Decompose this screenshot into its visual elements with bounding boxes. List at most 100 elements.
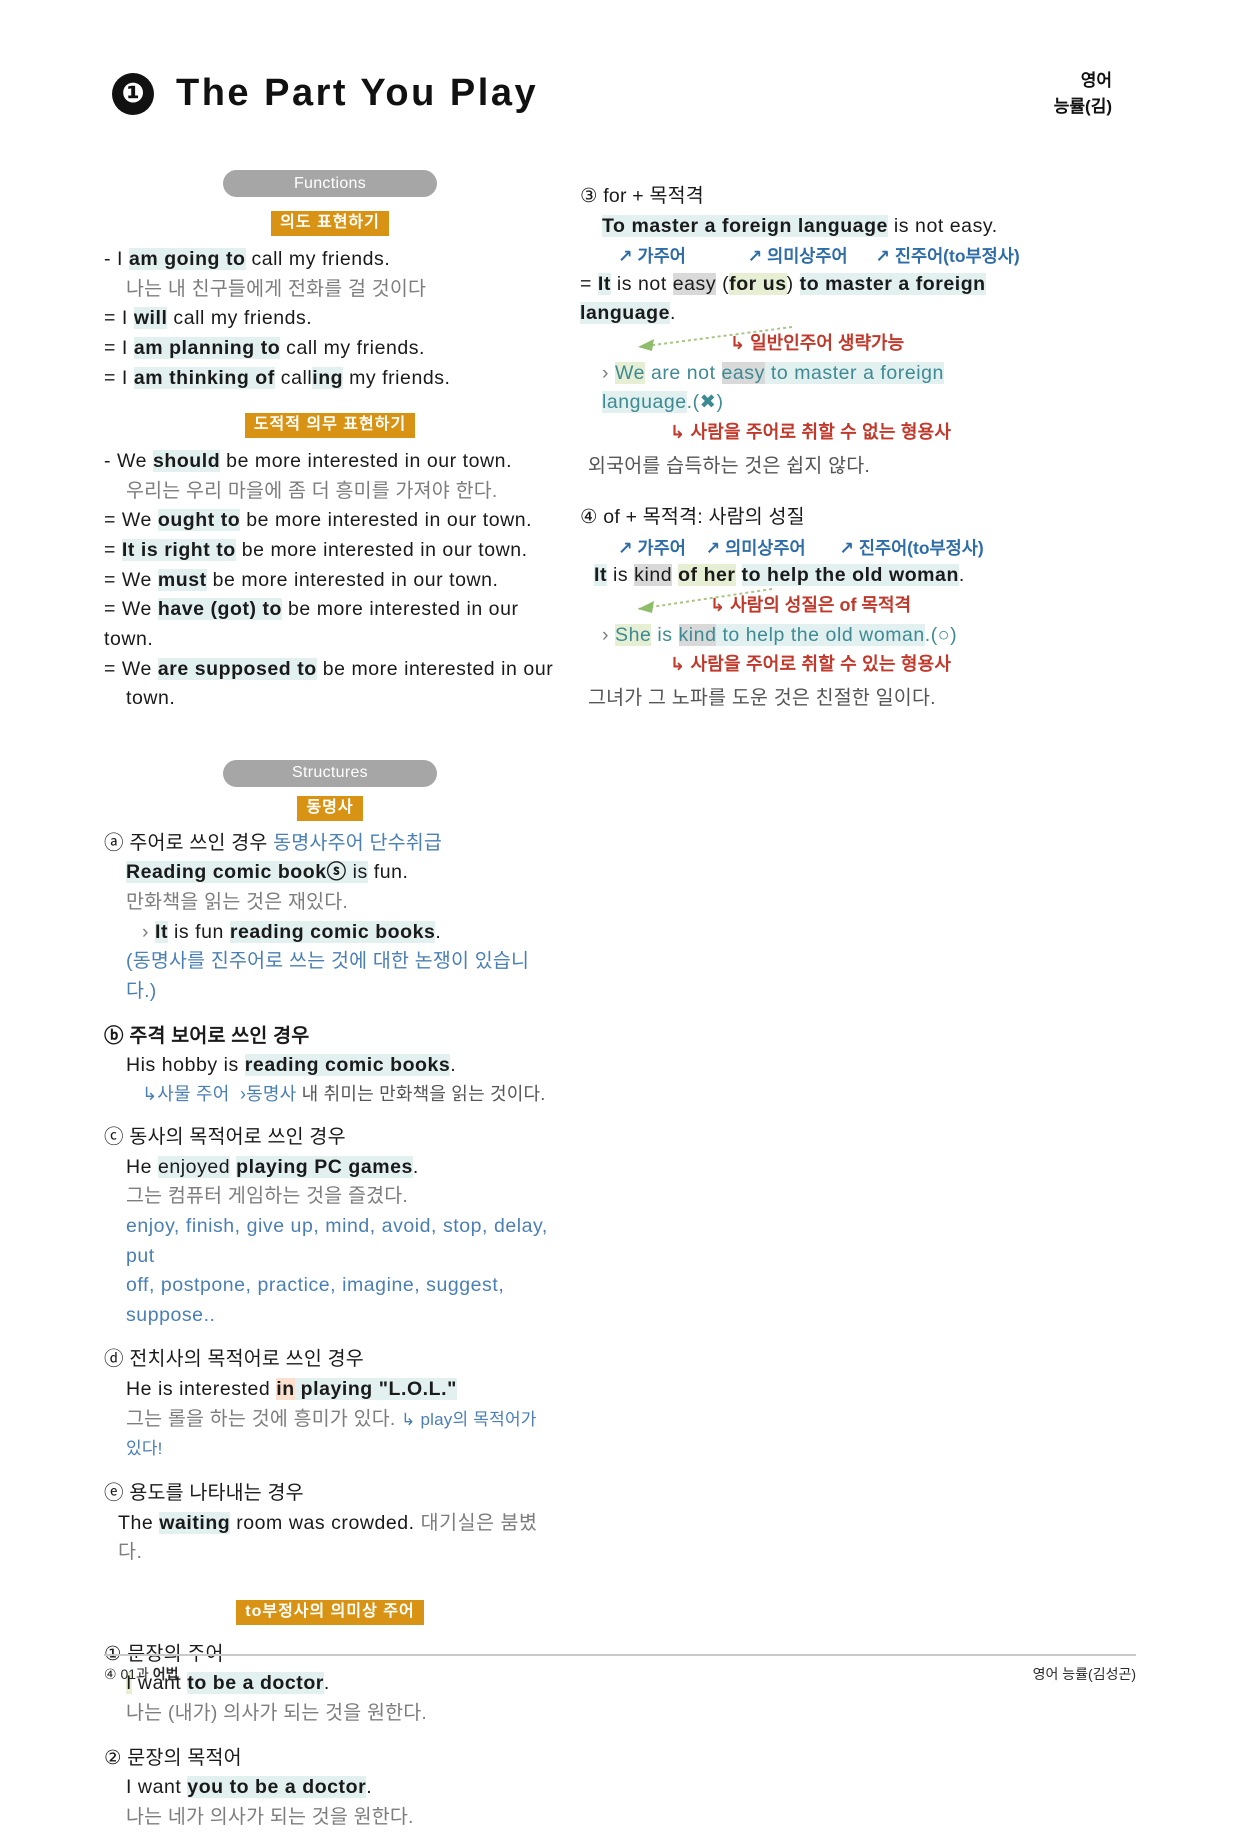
text: = — [104, 539, 122, 561]
intent-line-1: - I am going to call my friends. — [104, 245, 556, 275]
text: = I — [104, 366, 134, 389]
text: my friends. — [343, 366, 451, 389]
text: . — [412, 1155, 419, 1178]
intent-translation-1: 나는 내 친구들에게 전화를 걸 것이다 — [126, 277, 427, 300]
highlight-peach: in — [276, 1378, 295, 1401]
right-column: ③ for + 목적격 To master a foreign language… — [580, 182, 1040, 714]
duty-line-6: = We are supposed to be more interested … — [104, 655, 556, 685]
duty-line-1: - We should be more interested in our to… — [104, 447, 556, 477]
footer-left: ④ 01과 어법 — [104, 1664, 179, 1684]
text: is not — [610, 272, 673, 295]
right-3-equivalent: = It is not easy (for us) to master a fo… — [580, 270, 1040, 329]
right-4-red-note-2: ↳ 사람을 주어로 취할 수 있는 형용사 — [580, 650, 1040, 680]
highlight: playing "L.O.L." — [294, 1378, 457, 1401]
duty-line-2: = We ought to be more interested in our … — [104, 506, 556, 536]
gerund-c-sentence: He enjoyed playing PC games. — [104, 1153, 556, 1183]
gerund-c-label: ⓒ 동사의 목적어로 쓰인 경우 — [104, 1126, 346, 1149]
text: call — [274, 366, 313, 389]
text: is not easy. — [887, 214, 998, 237]
gerund-c-verbs-2: off, postpone, practice, imagine, sugges… — [126, 1274, 505, 1326]
right-3-wrong-sentence: › We are not easy to master a foreign la… — [580, 359, 1040, 418]
highlight-green: She — [615, 623, 652, 646]
annotation-omit-general-subject: ↳ 일반인주어 생략가능 — [730, 332, 905, 353]
text: - I — [104, 248, 129, 270]
text: . — [670, 302, 676, 325]
highlight: you to be a doctor — [187, 1776, 367, 1799]
header-meta: 영어 능률(김) — [1054, 68, 1112, 119]
annotation-adjective-rule: ↳ 사람을 주어로 취할 수 있는 형용사 — [670, 654, 952, 675]
right-3-translation: 외국어를 습득하는 것은 쉽지 않다. — [588, 454, 871, 477]
text: is fun — [168, 920, 230, 943]
text: He is interested — [126, 1378, 277, 1401]
highlight: must — [157, 568, 207, 591]
intent-badge-wrap: 의도 표현하기 — [104, 211, 556, 236]
footer-topic: 어법 — [152, 1666, 179, 1682]
highlight: should — [152, 450, 221, 473]
gerund-e-label: ⓔ 용도를 나타내는 경우 — [104, 1481, 304, 1504]
right-3-label: ③ for + 목적격 — [580, 185, 704, 207]
highlight: To master a foreign language — [602, 214, 888, 237]
text: .(✖) — [686, 391, 724, 414]
functions-pill: Functions — [223, 170, 437, 197]
badge-gerund: 동명사 — [297, 795, 363, 821]
gerund-a-sentence: Reading comic bookⓢ is fun. — [104, 858, 556, 888]
text: ( — [716, 272, 730, 295]
annotation-real-subject: ↗ 진주어(to부정사) — [839, 537, 984, 558]
highlight: am planning to — [133, 336, 281, 359]
text: His hobby is — [126, 1054, 245, 1077]
text: fun. — [367, 861, 409, 884]
highlight: ought to — [157, 509, 241, 532]
functions-pill-wrap: Functions — [104, 170, 556, 197]
right-4-arrow-row: ↳ 사람의 성질은 of 목적격 — [580, 587, 1040, 617]
tosubject-2-translation: 나는 네가 의사가 되는 것을 원한다. — [126, 1805, 414, 1828]
text: . — [450, 1054, 457, 1077]
note: 동명사주어 단수취급 — [273, 831, 443, 854]
right-3-annotations: ↗ 가주어 ↗ 의미상주어 ↗ 진주어(to부정사) — [580, 243, 1040, 269]
text: ⓐ 주어로 쓰인 경우 — [104, 831, 274, 854]
intent-line-3: = I am planning to call my friends. — [104, 334, 556, 364]
text: . — [366, 1776, 373, 1799]
right-3-arrow-row: ↳ 일반인주어 생략가능 — [580, 325, 1040, 355]
highlight-gray: easy — [672, 272, 717, 295]
text: call my friends. — [167, 307, 313, 330]
text: = We — [104, 568, 158, 591]
highlight: reading comic books — [229, 920, 436, 943]
marker: › — [602, 623, 610, 646]
right-3-red-note-2: ↳ 사람을 주어로 취할 수 없는 형용사 — [580, 418, 1040, 448]
text: = I — [104, 336, 134, 359]
gerund-c-verbs-1: enjoy, finish, give up, mind, avoid, sto… — [126, 1214, 548, 1267]
highlight-green: We — [615, 361, 646, 384]
duty-badge-wrap: 도적적 의무 표현하기 — [104, 413, 556, 439]
text: He — [126, 1155, 158, 1178]
text: call my friends. — [280, 336, 426, 359]
circled-s: ⓢ — [326, 861, 347, 884]
highlight: It — [155, 920, 169, 943]
title-group: ❶ The Part You Play — [112, 72, 538, 115]
gerund-b-sentence: His hobby is reading comic books. — [104, 1051, 556, 1081]
marker: › — [602, 361, 610, 384]
publisher-label: 능률(김) — [1053, 96, 1112, 116]
text: . — [958, 564, 965, 587]
text: = I — [104, 307, 134, 330]
text: = — [580, 272, 598, 295]
footer-number: ④ — [104, 1666, 117, 1682]
highlight: It — [594, 564, 608, 587]
annotation-of-objective-case: ↳ 사람의 성질은 of 목적격 — [710, 594, 912, 615]
text: .(○) — [924, 623, 958, 646]
footer-divider — [104, 1654, 1136, 1656]
duty-translation-1: 우리는 우리 마을에 좀 더 흥미를 가져야 한다. — [126, 479, 498, 502]
structures-pill-wrap: Structures — [104, 759, 556, 787]
text: I want — [126, 1776, 188, 1799]
right-4-label: ④ of + 목적격: 사람의 성질 — [580, 506, 805, 529]
marker: › — [142, 920, 150, 943]
duty-line-5: = We have (got) to be more interested in… — [104, 595, 556, 654]
gerund-a-paren-note: (동명사를 진주어로 쓰는 것에 대한 논쟁이 있습니다.) — [126, 950, 530, 1002]
highlight: are supposed to — [157, 657, 317, 680]
gerund-a-alt: › It is fun reading comic books. — [104, 918, 556, 948]
footer-right: 영어 능률(김성곤) — [1032, 1666, 1136, 1682]
right-3-sentence: To master a foreign language is not easy… — [580, 212, 1040, 242]
text: are not — [645, 361, 722, 384]
highlight: is — [346, 861, 368, 884]
intent-line-2: = I will call my friends. — [104, 304, 556, 334]
text: be more interested in our — [316, 657, 554, 680]
